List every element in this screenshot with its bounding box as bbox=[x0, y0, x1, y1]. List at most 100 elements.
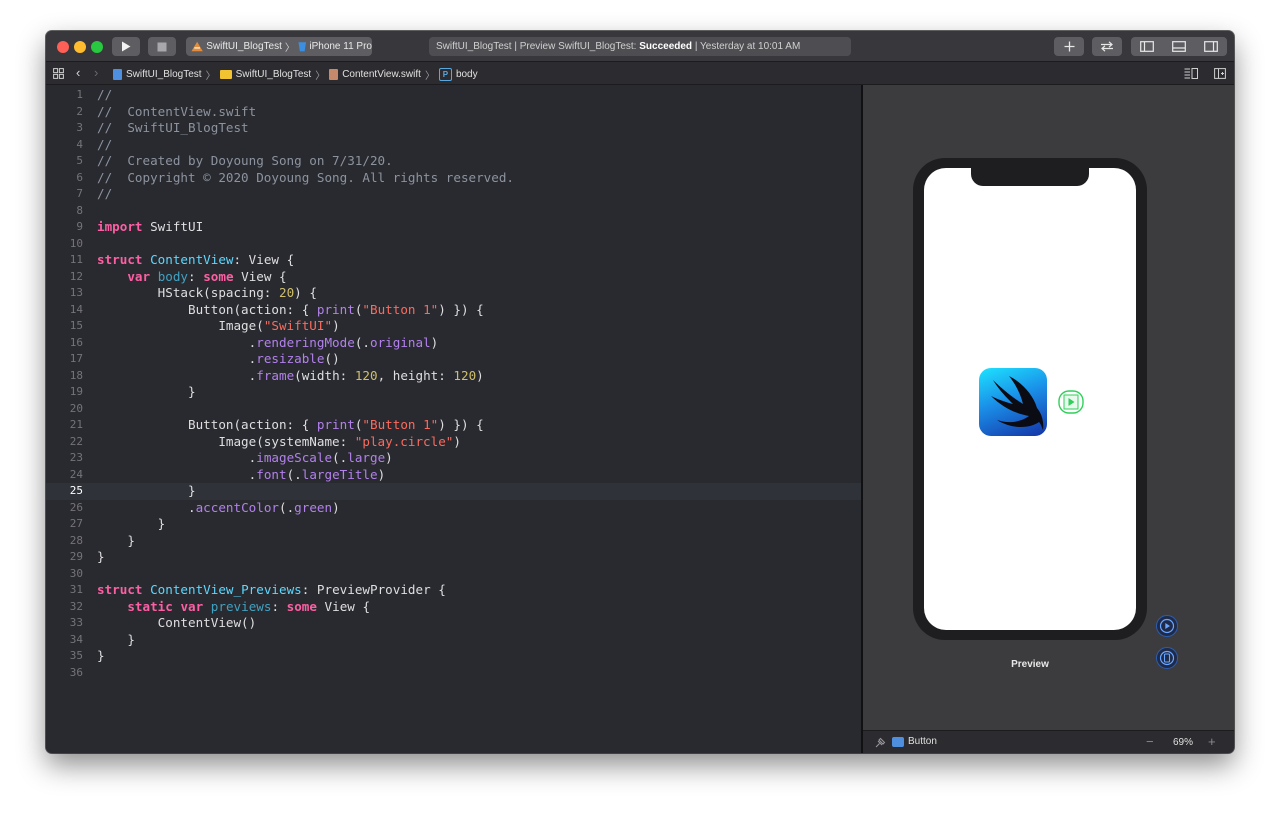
code-line[interactable]: 5 // Created by Doyoung Song on 7/31/20. bbox=[46, 153, 861, 170]
play-circle-button[interactable] bbox=[1058, 390, 1084, 414]
folder-icon bbox=[219, 70, 232, 79]
scheme-selector[interactable]: SwiftUI_BlogTest 〉 iPhone 11 Pro bbox=[186, 37, 372, 56]
code-token: Button(action: { bbox=[97, 301, 317, 317]
code-text: // bbox=[97, 186, 112, 203]
code-token: } bbox=[97, 516, 166, 531]
pin-button[interactable] bbox=[875, 737, 886, 748]
run-button[interactable] bbox=[112, 37, 140, 56]
zoom-out-button[interactable]: − bbox=[1146, 734, 1154, 749]
code-token: ) bbox=[332, 318, 340, 333]
code-line[interactable]: 25 } bbox=[46, 483, 861, 500]
line-number: 1 bbox=[76, 88, 83, 101]
code-line[interactable]: 9 import SwiftUI bbox=[46, 219, 861, 236]
line-number: 11 bbox=[69, 253, 83, 266]
breadcrumb-file[interactable]: ContentView.swift bbox=[342, 69, 421, 80]
plus-icon: + bbox=[1208, 734, 1216, 749]
activity-viewer: SwiftUI_BlogTest | Preview SwiftUI_BlogT… bbox=[429, 37, 851, 56]
zoom-level[interactable]: 69% bbox=[1173, 737, 1193, 748]
navigator-toggle-icon[interactable] bbox=[1140, 41, 1154, 52]
preview-on-device-button[interactable] bbox=[1156, 647, 1178, 669]
code-line[interactable]: 17 .resizable() bbox=[46, 351, 861, 368]
code-line[interactable]: 35} bbox=[46, 648, 861, 665]
code-token: ) bbox=[377, 466, 386, 482]
code-line[interactable]: 28 } bbox=[46, 533, 861, 550]
code-line[interactable]: 1 // bbox=[46, 87, 861, 104]
code-line[interactable]: 12 var body: some View { bbox=[46, 269, 861, 286]
code-line[interactable]: 30 bbox=[46, 566, 861, 583]
code-line[interactable]: 31 struct ContentView_Previews: PreviewPr… bbox=[46, 582, 861, 599]
code-line[interactable]: 3 // SwiftUI_BlogTest bbox=[46, 120, 861, 137]
code-line[interactable]: 21 Button(action: { print("Button 1") })… bbox=[46, 417, 861, 434]
code-line[interactable]: 13 HStack(spacing: 20) { bbox=[46, 285, 861, 302]
source-editor[interactable]: 1 // 2 // ContentView.swift 3 // SwiftUI_Blog… bbox=[46, 85, 861, 753]
code-token: . bbox=[97, 499, 196, 515]
code-line[interactable]: 7 // bbox=[46, 186, 861, 203]
code-review-button[interactable] bbox=[1092, 37, 1122, 56]
preview-canvas[interactable]: Preview bbox=[863, 85, 1234, 730]
line-number: 3 bbox=[76, 121, 83, 134]
swift-file-icon bbox=[329, 69, 339, 80]
debug-area-toggle-icon[interactable] bbox=[1172, 41, 1186, 52]
code-line[interactable]: 8 bbox=[46, 203, 861, 220]
code-line[interactable]: 23 .imageScale(.large) bbox=[46, 450, 861, 467]
zoom-window-button[interactable] bbox=[91, 41, 103, 53]
code-line[interactable]: 10 bbox=[46, 236, 861, 253]
back-button[interactable]: ‹ bbox=[76, 65, 80, 80]
code-line[interactable]: 15 Image("SwiftUI") bbox=[46, 318, 861, 335]
code-token: : bbox=[271, 598, 287, 614]
zoom-in-button[interactable]: + bbox=[1208, 734, 1216, 749]
breadcrumb-folder[interactable]: SwiftUI_BlogTest bbox=[236, 69, 312, 80]
code-text: struct ContentView_Previews: PreviewProv… bbox=[97, 582, 446, 599]
code-token: 20 bbox=[278, 285, 295, 300]
code-line[interactable]: 22 Image(systemName: "play.circle") bbox=[46, 434, 861, 451]
add-editor-button[interactable] bbox=[1214, 68, 1226, 79]
close-window-button[interactable] bbox=[57, 41, 69, 53]
code-text: .font(.largeTitle) bbox=[97, 466, 386, 484]
code-line[interactable]: 36 bbox=[46, 665, 861, 682]
code-text: // Copyright © 2020 Doyoung Song. All ri… bbox=[97, 170, 514, 187]
code-text: // bbox=[97, 137, 112, 154]
code-line[interactable]: 16 .renderingMode(.original) bbox=[46, 335, 861, 352]
code-line[interactable]: 32 static var previews: some View { bbox=[46, 599, 861, 616]
code-line[interactable]: 27 } bbox=[46, 516, 861, 533]
code-line[interactable]: 2 // ContentView.swift bbox=[46, 104, 861, 121]
chevron-left-icon: ‹ bbox=[76, 65, 81, 80]
forward-button[interactable]: › bbox=[94, 65, 98, 80]
code-token: ) bbox=[453, 433, 461, 449]
code-token: : bbox=[188, 268, 204, 284]
code-line[interactable]: 29} bbox=[46, 549, 861, 566]
code-line[interactable]: 34 } bbox=[46, 632, 861, 649]
activity-prefix: SwiftUI_BlogTest | Preview SwiftUI_BlogT… bbox=[436, 41, 637, 52]
code-line[interactable]: 18 .frame(width: 120, height: 120) bbox=[46, 368, 861, 385]
code-line[interactable]: 11 struct ContentView: View { bbox=[46, 252, 861, 269]
code-text: } bbox=[97, 648, 105, 665]
lines-icon bbox=[1184, 68, 1198, 79]
code-token: "Button 1" bbox=[362, 301, 439, 317]
code-line[interactable]: 6 // Copyright © 2020 Doyoung Song. All r… bbox=[46, 170, 861, 187]
line-number: 13 bbox=[69, 286, 83, 299]
minus-icon: − bbox=[1146, 734, 1154, 749]
line-number: 28 bbox=[69, 533, 83, 547]
minimize-window-button[interactable] bbox=[74, 41, 86, 53]
code-line[interactable]: 4 // bbox=[46, 137, 861, 154]
breadcrumb-project[interactable]: SwiftUI_BlogTest bbox=[126, 69, 202, 80]
code-line[interactable]: 14 Button(action: { print("Button 1") })… bbox=[46, 302, 861, 319]
breadcrumb-symbol[interactable]: body bbox=[456, 69, 478, 80]
swiftui-image-button[interactable] bbox=[979, 368, 1047, 436]
code-token: ) bbox=[385, 450, 393, 465]
code-line[interactable]: 20 bbox=[46, 401, 861, 418]
inspector-toggle-icon[interactable] bbox=[1204, 41, 1218, 52]
editor-options-button[interactable] bbox=[1184, 68, 1198, 79]
code-line[interactable]: 24 .font(.largeTitle) bbox=[46, 467, 861, 484]
code-text: // Created by Doyoung Song on 7/31/20. bbox=[97, 153, 393, 170]
code-token: some bbox=[203, 268, 234, 284]
live-preview-button[interactable] bbox=[1156, 615, 1178, 637]
stop-button[interactable] bbox=[148, 37, 176, 56]
code-line[interactable]: 33 ContentView() bbox=[46, 615, 861, 632]
code-line[interactable]: 26 .accentColor(.green) bbox=[46, 500, 861, 517]
code-line[interactable]: 19 } bbox=[46, 384, 861, 401]
related-items-button[interactable] bbox=[53, 68, 64, 79]
library-add-button[interactable] bbox=[1054, 37, 1084, 56]
